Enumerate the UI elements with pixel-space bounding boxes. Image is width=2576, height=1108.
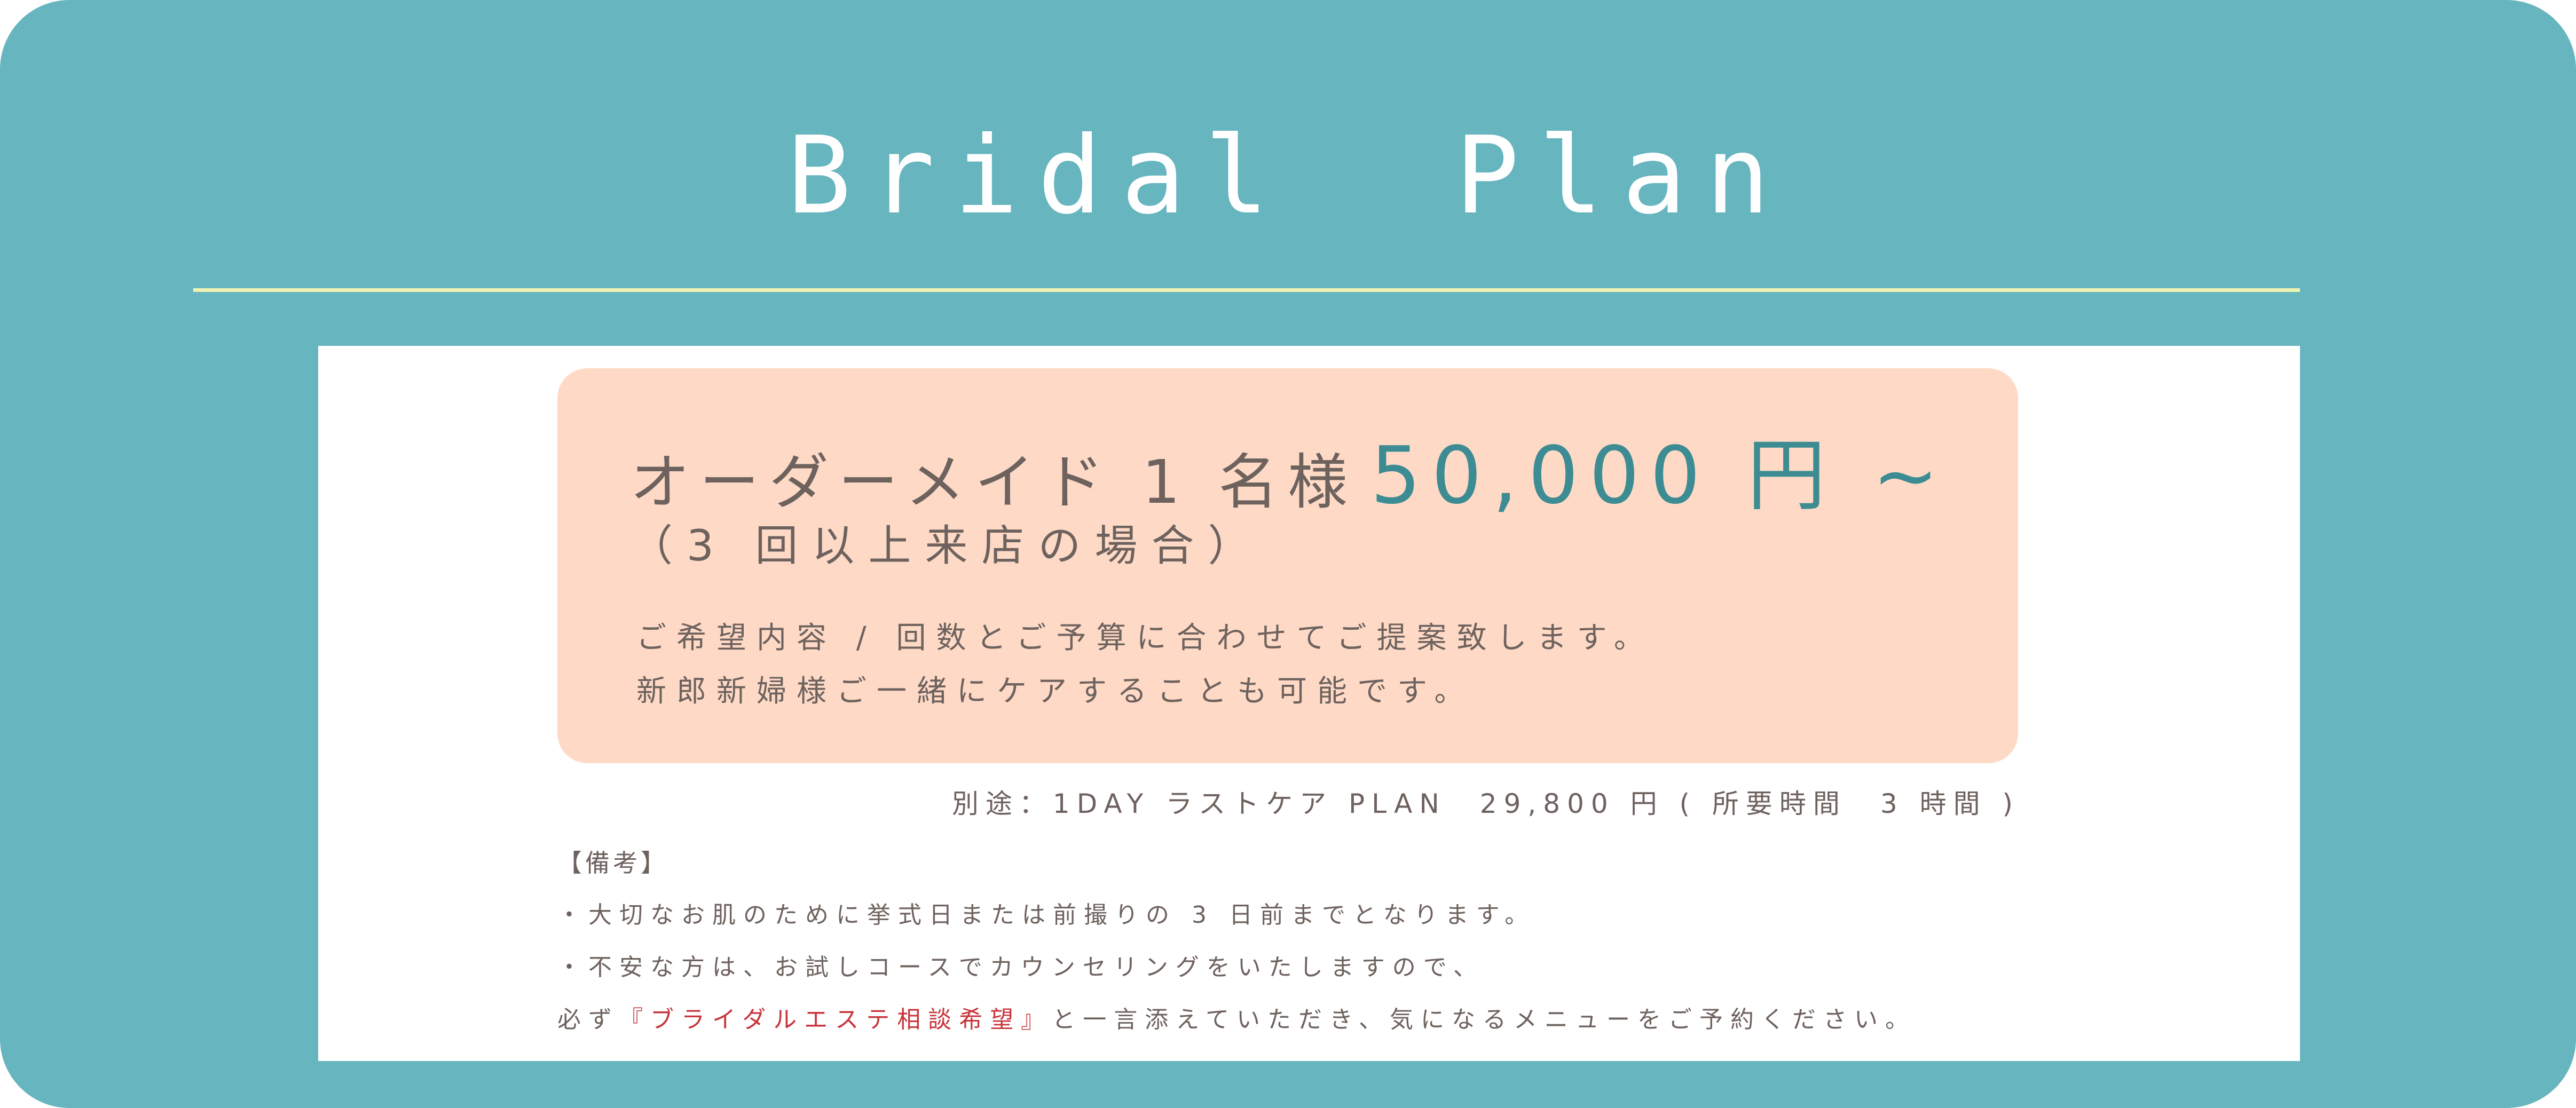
plan-description: ご希望内容 / 回数とご予算に合わせてご提案致します。 新郎新婦様ご一緒にケアす… bbox=[636, 612, 1654, 718]
plan-description-line: 新郎新婦様ご一緒にケアすることも可能です。 bbox=[636, 674, 1475, 709]
title-divider bbox=[193, 288, 2300, 292]
page-title: Bridal Plan bbox=[787, 114, 1789, 238]
price-box: オーダーメイド 1 名様 50,000 円 ~ （3 回以上来店の場合） ご希望… bbox=[557, 368, 2018, 763]
plan-headline: オーダーメイド 1 名様 50,000 円 ~ bbox=[630, 411, 1949, 526]
plan-description-line: ご希望内容 / 回数とご予算に合わせてご提案致します。 bbox=[636, 621, 1654, 655]
notes-item: ・大切なお肌のために挙式日または前撮りの 3 日前までとなります。 bbox=[557, 901, 1536, 929]
extra-plan-text: 別途：1DAY ラストケア PLAN 29,800 円 ( 所要時間 3 時間 … bbox=[951, 788, 2020, 819]
plan-price: 50,000 円 ~ bbox=[1370, 430, 1950, 521]
notes-item-suffix: と一言添えていただき、気になるメニューをご予約ください。 bbox=[1052, 1006, 1916, 1033]
notes-item-prefix: 必ず bbox=[557, 1006, 619, 1033]
plan-condition: （3 回以上来店の場合） bbox=[630, 521, 1265, 571]
notes-heading: 【備考】 bbox=[557, 849, 668, 877]
plan-card: オーダーメイド 1 名様 50,000 円 ~ （3 回以上来店の場合） ご希望… bbox=[318, 346, 2300, 1061]
notes-item: ・不安な方は、お試しコースでカウンセリングをいたしますので、 bbox=[557, 954, 1485, 981]
notes-section: 【備考】 ・大切なお肌のために挙式日または前撮りの 3 日前までとなります。 ・… bbox=[557, 837, 1916, 1046]
notes-item: 必ず『ブライダルエステ相談希望』と一言添えていただき、気になるメニューをご予約く… bbox=[557, 994, 1916, 1046]
bridal-plan-panel: Bridal Plan オーダーメイド 1 名様 50,000 円 ~ （3 回… bbox=[0, 0, 2576, 1108]
plan-name: オーダーメイド 1 名様 bbox=[630, 448, 1357, 517]
consultation-request-highlight: 『ブライダルエステ相談希望』 bbox=[619, 1006, 1052, 1033]
